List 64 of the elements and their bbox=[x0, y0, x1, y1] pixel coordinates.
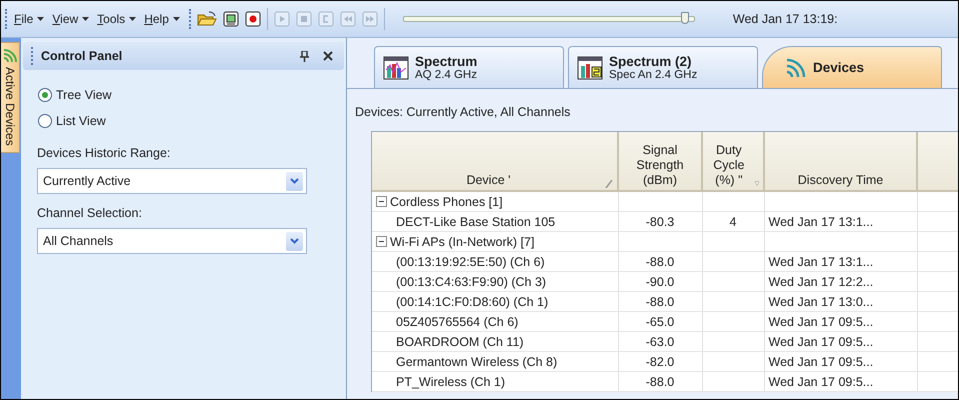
spectrum-icon bbox=[577, 56, 603, 80]
table-cell: (00:13:19:92:5E:50) (Ch 6) bbox=[372, 252, 618, 272]
table-cell: Wed Jan 17 13:1... bbox=[764, 252, 917, 272]
dropdown[interactable]: Currently Active bbox=[37, 168, 307, 194]
filter-caption: Devices: Currently Active, All Channels bbox=[355, 105, 572, 119]
field-label: Channel Selection: bbox=[37, 206, 143, 220]
group-label: Cordless Phones [1] bbox=[390, 194, 503, 208]
table-cell: -63.0 bbox=[618, 332, 702, 352]
field-label: Devices Historic Range: bbox=[37, 146, 172, 160]
table-cell: Wed Jan 17 13:1... bbox=[764, 212, 917, 232]
table-cell: -65.0 bbox=[618, 312, 702, 332]
collapse-icon[interactable] bbox=[376, 196, 387, 207]
table-cell: BOARDROOM (Ch 11) bbox=[372, 332, 618, 352]
table-cell: 4 bbox=[702, 212, 764, 232]
table-cell: Wed Jan 17 09:5... bbox=[764, 372, 917, 392]
caret-icon bbox=[129, 17, 136, 21]
table-cell: -90.0 bbox=[618, 272, 702, 292]
document-tab[interactable]: Spectrum AQ 2.4 GHz bbox=[374, 46, 564, 88]
menu-item[interactable]: File bbox=[11, 10, 48, 28]
radio-button[interactable]: Tree View bbox=[37, 82, 330, 108]
pin-icon[interactable] bbox=[297, 50, 312, 62]
table-cell: Wed Jan 17 09:5... bbox=[764, 352, 917, 372]
caret-icon bbox=[82, 17, 90, 21]
document-tab[interactable]: Devices bbox=[762, 46, 942, 88]
filter-icon[interactable] bbox=[754, 179, 759, 188]
column-header[interactable]: Device ' bbox=[466, 173, 511, 188]
dropdown[interactable]: All Channels bbox=[37, 228, 307, 254]
table-cell: Wed Jan 17 09:5... bbox=[764, 332, 917, 352]
record-icon[interactable] bbox=[242, 9, 263, 29]
wifi-icon bbox=[785, 56, 807, 78]
menu-item[interactable]: View bbox=[49, 10, 92, 28]
document-tab[interactable]: Spectrum (2) Spec An 2.4 GHz bbox=[568, 46, 758, 88]
column-header[interactable]: Discovery Time bbox=[798, 173, 884, 188]
clock-text: Wed Jan 17 13:19: bbox=[732, 12, 838, 26]
table-cell: -88.0 bbox=[618, 372, 702, 392]
caret-icon bbox=[37, 17, 44, 21]
wifi-icon bbox=[3, 47, 17, 63]
sort-icon[interactable] bbox=[604, 180, 613, 188]
slider-thumb[interactable] bbox=[681, 12, 690, 24]
radio-button[interactable]: List View bbox=[37, 108, 330, 134]
table-cell: Wed Jan 17 09:5... bbox=[764, 312, 917, 332]
window-arrow-icon[interactable] bbox=[220, 9, 241, 29]
collapse-icon[interactable] bbox=[376, 236, 387, 247]
table-cell: (00:13:C4:63:F9:90) (Ch 3) bbox=[372, 272, 618, 292]
table-cell: PT_Wireless (Ch 1) bbox=[372, 372, 618, 392]
menu-item[interactable]: Help bbox=[141, 10, 183, 28]
table-cell: -88.0 bbox=[618, 252, 702, 272]
chevron-icon bbox=[290, 238, 299, 244]
group-label: Wi-Fi APs (In-Network) [7] bbox=[390, 234, 534, 248]
table-cell: -80.3 bbox=[618, 212, 702, 232]
table-cell: Wed Jan 17 12:2... bbox=[764, 272, 917, 292]
chevron-icon bbox=[290, 178, 299, 184]
table-cell: -88.0 bbox=[618, 292, 702, 312]
caret-icon bbox=[172, 17, 180, 21]
table-cell: -82.0 bbox=[618, 352, 702, 372]
table-cell: Germantown Wireless (Ch 8) bbox=[372, 352, 618, 372]
panel-title: Control Panel bbox=[41, 49, 124, 63]
side-tab[interactable]: Active Devices bbox=[1, 42, 20, 153]
table-cell: DECT-Like Base Station 105 bbox=[372, 212, 618, 232]
menu-item[interactable]: Tools bbox=[94, 10, 140, 28]
table-cell: 05Z405765564 (Ch 6) bbox=[372, 312, 618, 332]
spectrum-icon bbox=[383, 56, 409, 80]
table-cell: Wed Jan 17 13:0... bbox=[764, 292, 917, 312]
table-cell: (00:14:1C:F0:D8:60) (Ch 1) bbox=[372, 292, 618, 312]
